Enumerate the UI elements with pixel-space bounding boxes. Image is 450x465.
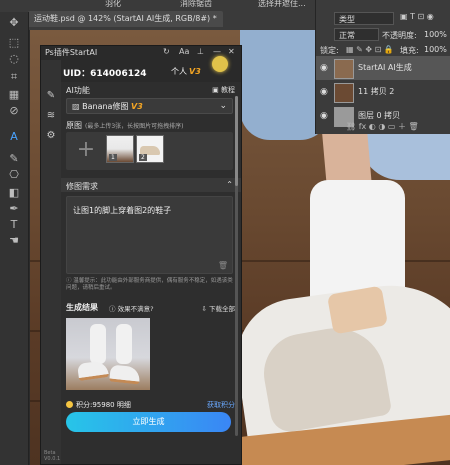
eyedropper-tool-icon[interactable]: ⊘ [6, 104, 22, 118]
generate-button[interactable]: 立即生成 [66, 412, 231, 432]
plugin-header: ☻ UID：614006124 个人V3 [41, 56, 241, 82]
account-label: 个人 [171, 67, 187, 76]
image-icon: ▨ [72, 102, 80, 111]
layer-name: 11 拷贝 2 [358, 87, 395, 96]
startai-icon[interactable]: A [6, 130, 22, 144]
layers-icon[interactable]: ≋ [45, 110, 57, 122]
layer-thumbnail [334, 83, 354, 103]
reference-image-2[interactable]: 2 [136, 135, 164, 163]
filter-icons[interactable]: ▣ T ⊡ ◉ [400, 12, 450, 21]
download-all-button[interactable]: ⇩ 下载全部 [201, 303, 235, 313]
hand-tool-icon[interactable]: ☚ [6, 234, 22, 248]
tutorial-link[interactable]: ▣ 教程 [212, 85, 235, 95]
reference-image-1[interactable]: 1 [106, 135, 134, 163]
layer-name: StartAI AI生成 [358, 63, 412, 72]
tools-panel: ✥ ⬚ ◌ ⌗ ▦ ⊘ A ✎ ⎔ ◧ ✒ T ☚ [0, 12, 29, 465]
cursor-highlight [212, 56, 228, 72]
document-tab[interactable]: 运动鞋.psd @ 142% (StartAI AI生成, RGB/8#) * [28, 11, 223, 27]
user-id: UID：614006124 [63, 69, 147, 79]
plugin-title: Ps插件StartAI [45, 48, 98, 57]
chevron-down-icon: ⌄ [219, 101, 227, 111]
chevron-up-icon[interactable]: ⌃ [226, 180, 233, 189]
eye-icon[interactable]: ◉ [320, 80, 328, 104]
ref-hint: (最多上传3张，长按图片可拖拽排序) [85, 123, 184, 130]
stamp-tool-icon[interactable]: ⎔ [6, 168, 22, 182]
reference-images: + 1 2 [66, 132, 233, 170]
settings-icon[interactable]: ⚙ [45, 130, 57, 142]
pin-icon[interactable]: ⊥ [197, 47, 204, 56]
edit-icon[interactable]: ✎ [45, 90, 57, 102]
requirement-label: 修图需求 [66, 182, 98, 191]
font-size-icon[interactable]: Aa [179, 47, 189, 56]
type-tool-icon[interactable]: T [6, 218, 22, 232]
move-tool-icon[interactable]: ✥ [6, 16, 22, 30]
layers-panel: 类型 ▣ T ⊡ ◉ 正常 不透明度: 100% 锁定: ▦ ✎ ✥ ⊡ 🔒 填… [315, 0, 450, 134]
pen-tool-icon[interactable]: ✒ [6, 202, 22, 216]
eye-icon[interactable]: ◉ [320, 104, 328, 128]
get-credits-link[interactable]: 获取积分 [207, 400, 235, 410]
coin-icon [66, 401, 73, 408]
close-icon[interactable]: ✕ [228, 47, 235, 56]
brush-tool-icon[interactable]: ✎ [6, 152, 22, 166]
feedback-link[interactable]: ⓘ 效果不满意? [109, 303, 154, 313]
fill-value[interactable]: 100% [424, 45, 450, 54]
minimize-icon[interactable]: — [213, 47, 221, 56]
refresh-icon[interactable]: ↻ [163, 47, 170, 56]
opacity-value[interactable]: 100% [424, 30, 450, 39]
scrollbar-thumb[interactable] [235, 96, 238, 186]
account-type: 个人 V3 [171, 66, 201, 77]
model-name: Banana修图 [82, 102, 129, 111]
layer-row[interactable]: ◉ StartAI AI生成 [316, 56, 450, 80]
ref-number: 1 [109, 154, 117, 161]
ref-label: 原图 [66, 121, 82, 130]
ref-label-row: 原图 (最多上传3张，长按图片可拖拽排序) [66, 120, 184, 131]
result-leg [90, 324, 106, 364]
beta-version: Beta V0.0.1 [44, 450, 61, 462]
startai-plugin-panel: Ps插件StartAI ↻ Aa ⊥ — ✕ ☻ UID：614006124 个… [40, 45, 242, 465]
requirement-text: 让图1的脚上穿着图2的鞋子 [73, 206, 172, 215]
feedback-text: 效果不满意? [117, 305, 154, 313]
lasso-tool-icon[interactable]: ◌ [6, 52, 22, 66]
add-image-button[interactable]: + [72, 136, 100, 164]
blend-mode-select[interactable]: 正常 [334, 28, 379, 41]
warning-message: 温馨提示：此功能由外部服务商提供，偶有服务不稳定，如遇该类问题，请稍后重试。 [66, 278, 233, 291]
layer-footer-icons[interactable]: ⛓ fx ◐ ◑ ▭ ＋ 🗑 [346, 121, 450, 132]
plugin-titlebar[interactable]: Ps插件StartAI ↻ Aa ⊥ — ✕ [41, 46, 241, 61]
credits-detail-link[interactable]: 明细 [117, 401, 131, 409]
result-label: 生成结果 [66, 303, 98, 312]
credits-row: 积分:95980 明细 [66, 400, 131, 410]
frame-tool-icon[interactable]: ▦ [6, 88, 22, 102]
warning-text: ⓘ 温馨提示：此功能由外部服务商提供，偶有服务不稳定，如遇该类问题，请稍后重试。 [66, 278, 233, 291]
plugin-body: AI功能 ▣ 教程 ▨ Banana修图 V3 ⌄ 原图 (最多上传3张，长按图片… [61, 82, 241, 464]
requirement-header[interactable]: 修图需求 ⌃ [61, 178, 241, 192]
model-version: V3 [131, 102, 143, 111]
result-shoe [76, 359, 110, 382]
eye-icon[interactable]: ◉ [320, 56, 328, 80]
trash-icon[interactable]: 🗑 [218, 261, 228, 270]
plugin-sidebar: ✎ ≋ ⚙ Beta V0.0.1 [41, 60, 61, 464]
result-image[interactable] [66, 318, 150, 390]
result-leg [116, 324, 132, 364]
layer-filter-select[interactable]: 类型 [334, 12, 394, 25]
vip-badge: V3 [189, 67, 201, 76]
requirement-input[interactable]: 让图1的脚上穿着图2的鞋子 🗑 [66, 196, 233, 274]
anti-alias-label[interactable]: 消除锯齿 [180, 0, 212, 9]
plugin-scrollbar[interactable] [235, 96, 238, 436]
select-mask-button[interactable]: 选择并遮住... [258, 0, 306, 9]
layer-thumbnail [334, 59, 354, 79]
ref-number: 2 [139, 154, 147, 161]
model-select[interactable]: ▨ Banana修图 V3 ⌄ [66, 98, 233, 114]
ai-function-label: AI功能 [66, 86, 90, 95]
tutorial-text: 教程 [221, 86, 235, 94]
eraser-tool-icon[interactable]: ◧ [6, 186, 22, 200]
download-all-text: 下载全部 [209, 305, 235, 313]
feather-label: 羽化 [105, 0, 121, 8]
credits-value: 积分:95980 [76, 401, 115, 409]
layer-row[interactable]: ◉ 11 拷贝 2 [316, 80, 450, 104]
crop-tool-icon[interactable]: ⌗ [6, 70, 22, 84]
result-shoe [109, 364, 141, 385]
marquee-tool-icon[interactable]: ⬚ [6, 36, 22, 50]
